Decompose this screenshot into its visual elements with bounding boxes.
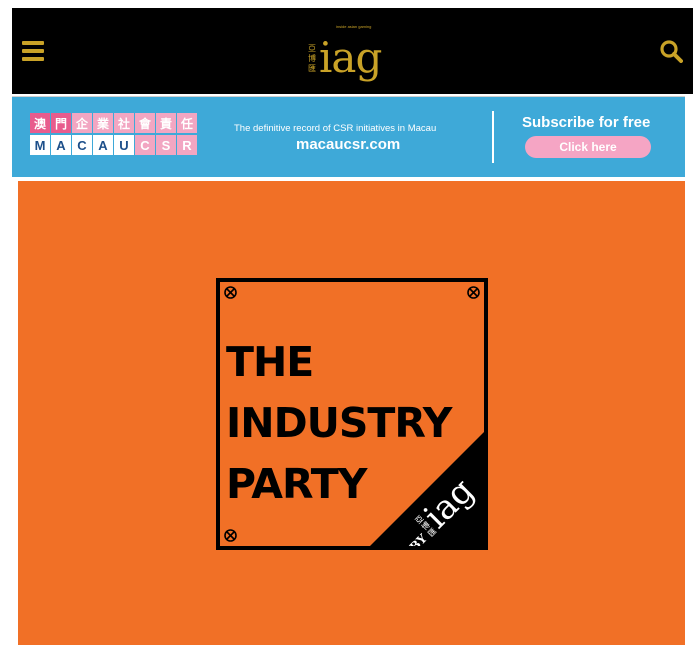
banner-url-link[interactable]: macaucsr.com: [296, 136, 400, 153]
banner-tagline: The definitive record of CSR initiatives…: [234, 123, 437, 134]
party-title-line: INDUSTRY: [226, 399, 452, 447]
macau-csr-ad-banner[interactable]: 澳 門 企 業 社 會 責 任 M A C A U C S R The defi…: [12, 96, 685, 177]
banner-divider: [492, 111, 494, 163]
corner-by-text: BY: [406, 531, 430, 550]
party-title-line: THE: [226, 338, 314, 386]
hamburger-menu-icon[interactable]: [22, 41, 44, 61]
logo-wordmark: iag: [319, 33, 382, 82]
corner-x-icon: [467, 286, 480, 299]
logo-chinese-chars: 亞 博 匯: [308, 44, 316, 73]
iag-logo[interactable]: 亞 博 匯 inside asian gaming iag: [308, 22, 382, 82]
logo-tagline: inside asian gaming: [336, 24, 372, 29]
corner-x-icon: [224, 286, 237, 299]
industry-party-logo-box: THE INDUSTRY PARTY BY 亞 博 匯 iag: [216, 278, 488, 550]
search-icon[interactable]: [659, 39, 683, 63]
party-title: THE INDUSTRY PARTY: [226, 332, 452, 515]
site-header: 亞 博 匯 inside asian gaming iag: [12, 8, 693, 94]
corner-x-icon: [224, 529, 237, 542]
click-here-button[interactable]: Click here: [525, 136, 651, 158]
industry-party-hero[interactable]: THE INDUSTRY PARTY BY 亞 博 匯 iag: [18, 181, 685, 645]
subscribe-text: Subscribe for free: [522, 114, 651, 131]
macau-csr-logo-grid: 澳 門 企 業 社 會 責 任 M A C A U C S R: [30, 113, 198, 157]
